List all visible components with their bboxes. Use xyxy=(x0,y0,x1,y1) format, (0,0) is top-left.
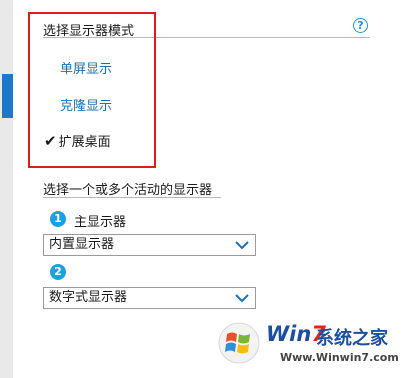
left-scroll-strip xyxy=(0,0,13,378)
watermark-url: Www.Winwin7.com xyxy=(280,351,399,364)
left-selection-accent xyxy=(2,74,13,118)
monitor-2-dropdown[interactable]: 数字式显示器 xyxy=(43,287,256,309)
monitor-2-badge: 2 xyxy=(50,264,66,280)
watermark-brand-prefix: Win xyxy=(266,322,312,346)
watermark-logo: Win7 系统之家 Www.Winwin7.com xyxy=(214,318,410,374)
windows-flag-icon xyxy=(218,322,260,364)
chevron-down-icon xyxy=(235,294,249,303)
help-icon[interactable]: ? xyxy=(353,18,368,33)
monitor-2-selection: 数字式显示器 xyxy=(49,290,128,305)
monitor-1-label: 主显示器 xyxy=(74,215,127,230)
monitor-1-badge: 1 xyxy=(50,211,66,227)
monitor-1-selection: 内置显示器 xyxy=(49,237,115,252)
monitor-1-dropdown[interactable]: 内置显示器 xyxy=(43,234,256,256)
chevron-down-icon xyxy=(235,241,249,250)
active-displays-title: 选择一个或多个活动的显示器 xyxy=(43,183,213,198)
watermark-brand-cn: 系统之家 xyxy=(316,328,388,349)
active-displays-divider xyxy=(43,197,221,198)
mode-highlight-box xyxy=(28,12,156,168)
